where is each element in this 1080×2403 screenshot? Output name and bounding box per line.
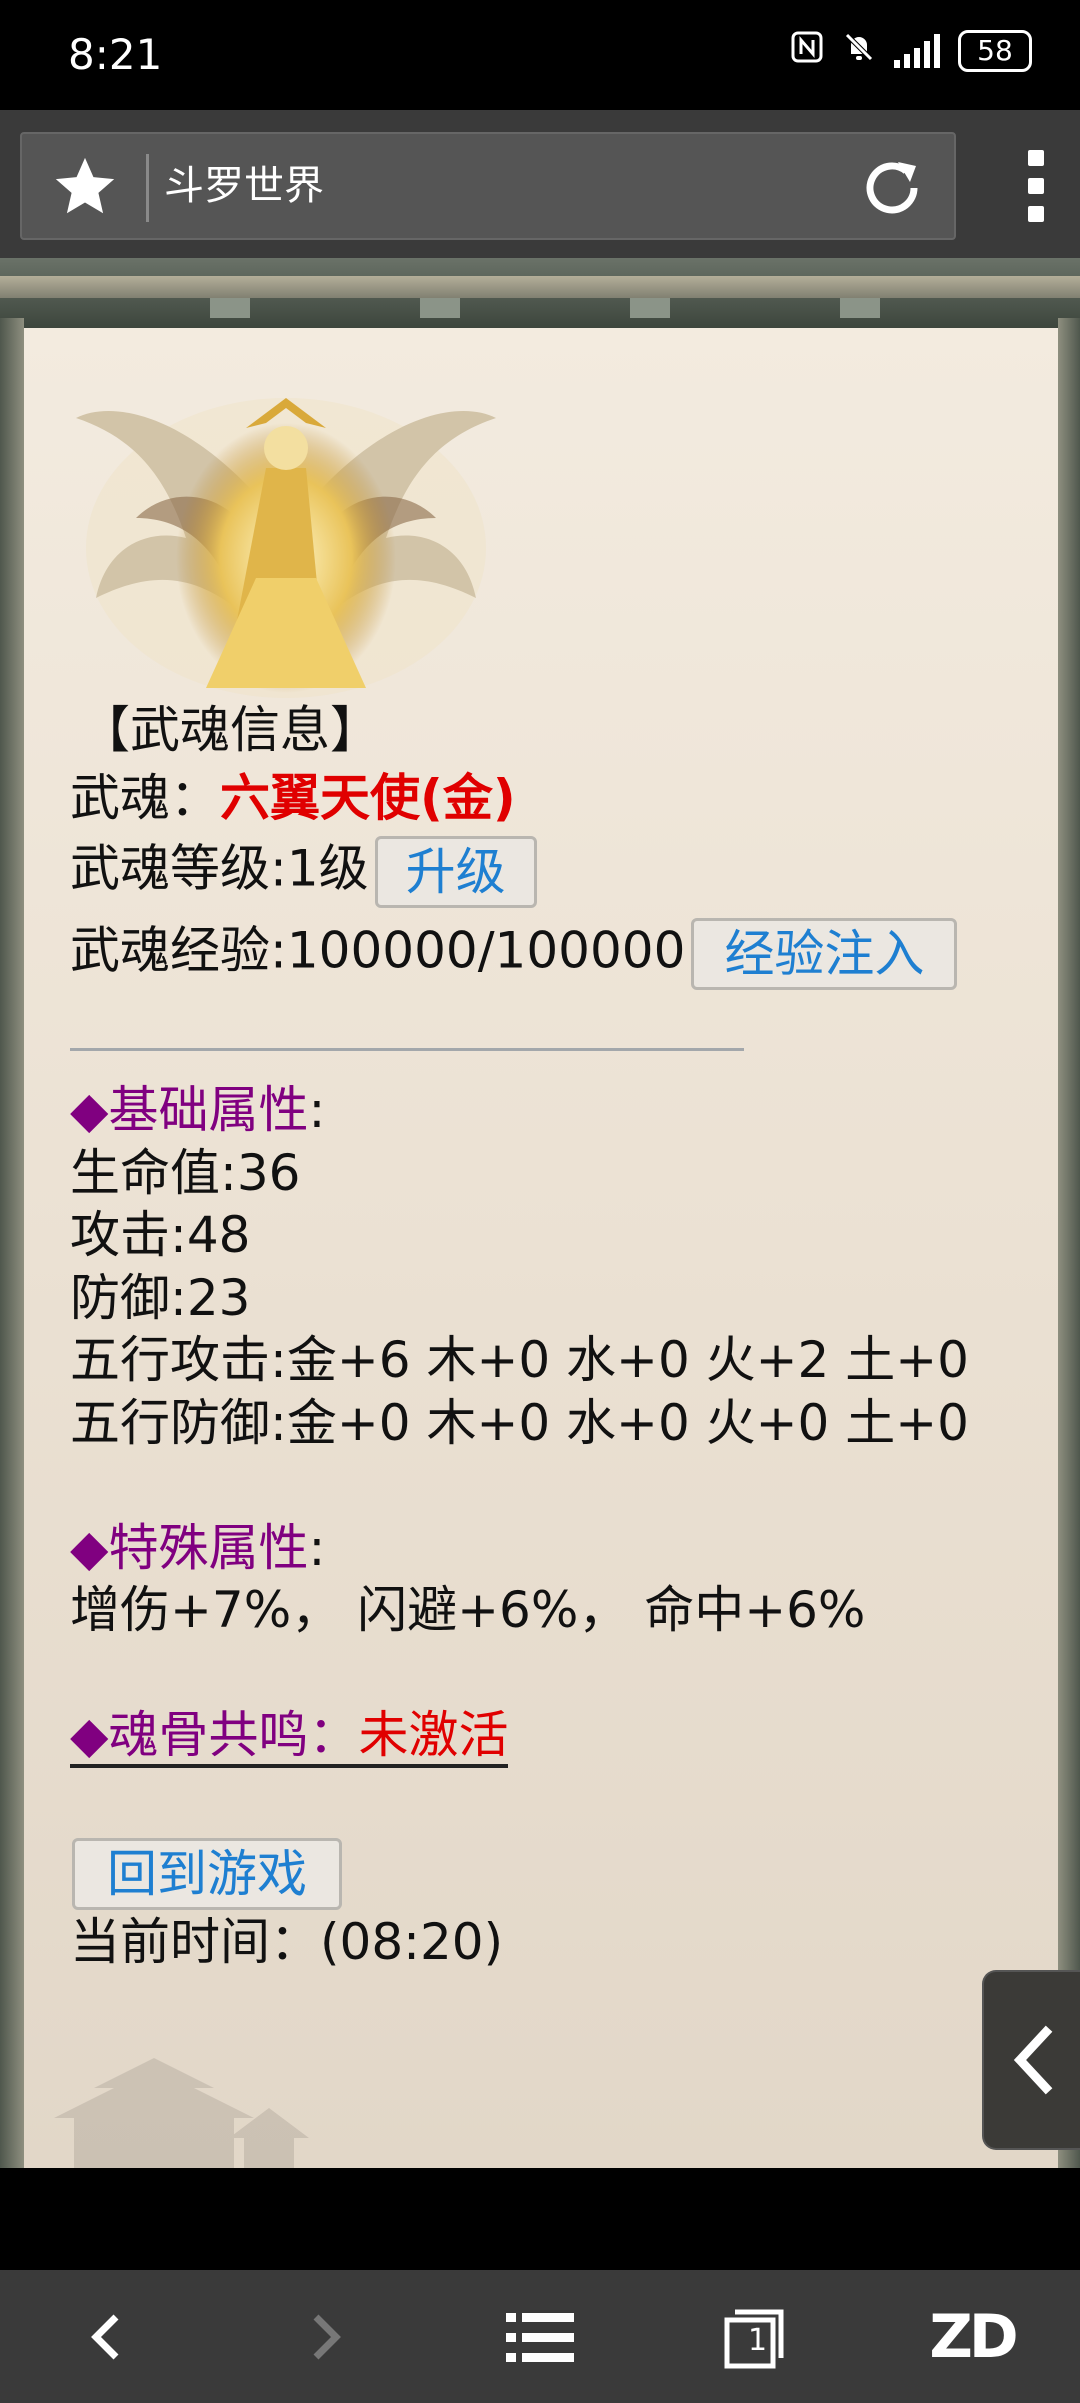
section-divider <box>70 1048 744 1051</box>
wuhun-name-label: 武魂： <box>70 769 220 827</box>
back-to-game-button[interactable]: 回到游戏 <box>72 1838 342 1910</box>
wuhun-section-title: 【武魂信息】 <box>80 701 380 759</box>
nfc-icon <box>790 30 824 72</box>
hp-stat: 生命值:36 <box>70 1144 301 1202</box>
bottom-navigation-bar: 1 ZD <box>0 2270 1080 2403</box>
soul-bone-heading: ◆魂骨共鸣： <box>70 1706 359 1764</box>
special-attrs-colon: : <box>308 1519 326 1577</box>
attack-stat: 攻击:48 <box>70 1206 251 1264</box>
battery-indicator: 58 <box>958 30 1032 72</box>
reload-icon[interactable] <box>854 150 930 226</box>
list-icon <box>506 2312 574 2362</box>
chevron-left-icon <box>1013 2025 1053 2095</box>
forward-button[interactable] <box>264 2287 384 2387</box>
bookmark-star-icon[interactable] <box>40 144 130 230</box>
upgrade-button[interactable]: 升级 <box>374 836 537 908</box>
decorative-header-frame <box>0 258 1080 328</box>
status-time: 8:21 <box>68 30 163 79</box>
soul-bone-link[interactable]: ◆魂骨共鸣：未激活 <box>70 1706 509 1768</box>
wuhun-name-row: 武魂：六翼天使(金) <box>70 768 516 828</box>
element-attack-stat: 五行攻击:金+6 木+0 水+0 火+2 土+0 <box>70 1331 969 1389</box>
wuhun-avatar-image <box>76 398 496 698</box>
tabs-count: 1 <box>748 2322 768 2358</box>
page-title: 斗罗世界 <box>164 163 324 209</box>
pagoda-watermark-icon <box>54 2058 309 2168</box>
wuhun-exp-label: 武魂经验:100000/100000 <box>70 921 686 980</box>
special-attrs-heading: ◆特殊属性 <box>70 1519 309 1577</box>
brand-home-button[interactable]: ZD <box>912 2287 1032 2387</box>
mute-bell-icon <box>842 30 876 72</box>
side-drawer-toggle[interactable] <box>982 1970 1080 2150</box>
wuhun-name-value: 六翼天使(金) <box>220 769 516 827</box>
wuhun-level-label: 武魂等级:1级 <box>70 839 369 898</box>
tabs-button[interactable]: 1 <box>696 2287 816 2387</box>
basic-attrs-heading-row: ◆基础属性: <box>70 1080 325 1140</box>
special-attrs-heading-row: ◆特殊属性: <box>70 1518 325 1578</box>
basic-attrs-heading: ◆基础属性 <box>70 1081 309 1139</box>
forward-arrow-icon <box>313 2314 341 2359</box>
exp-inject-button[interactable]: 经验注入 <box>691 918 958 990</box>
defense-stat: 防御:23 <box>70 1269 251 1327</box>
menu-list-button[interactable] <box>480 2287 600 2387</box>
decorative-frame-left <box>0 318 24 2168</box>
element-defense-stat: 五行防御:金+0 木+0 水+0 火+0 土+0 <box>70 1394 969 1452</box>
wuhun-exp-row: 武魂经验:100000/100000 经验注入 <box>70 918 958 990</box>
signal-icon <box>894 34 940 68</box>
wuhun-level-row: 武魂等级:1级 升级 <box>70 836 537 908</box>
brand-logo: ZD <box>929 2301 1018 2372</box>
soul-bone-row[interactable]: ◆魂骨共鸣：未激活 <box>70 1705 509 1768</box>
overflow-menu-icon[interactable] <box>1026 150 1046 222</box>
back-arrow-icon <box>91 2314 119 2359</box>
status-icons: 58 <box>790 30 1032 72</box>
address-bar[interactable]: 斗罗世界 <box>20 132 956 240</box>
soul-bone-status: 未激活 <box>358 1706 509 1764</box>
basic-attrs-colon: : <box>308 1081 326 1139</box>
decorative-frame-right <box>1058 318 1080 2168</box>
special-attrs-values: 增伤+7%， 闪避+6%， 命中+6% <box>70 1581 866 1639</box>
back-button[interactable] <box>48 2287 168 2387</box>
current-time: 当前时间：(08:20) <box>70 1913 504 1971</box>
back-to-game-row: 回到游戏 <box>70 1838 342 1910</box>
browser-toolbar: 斗罗世界 <box>0 110 1080 258</box>
status-bar: 8:21 58 <box>0 0 1080 110</box>
address-divider <box>146 154 149 222</box>
